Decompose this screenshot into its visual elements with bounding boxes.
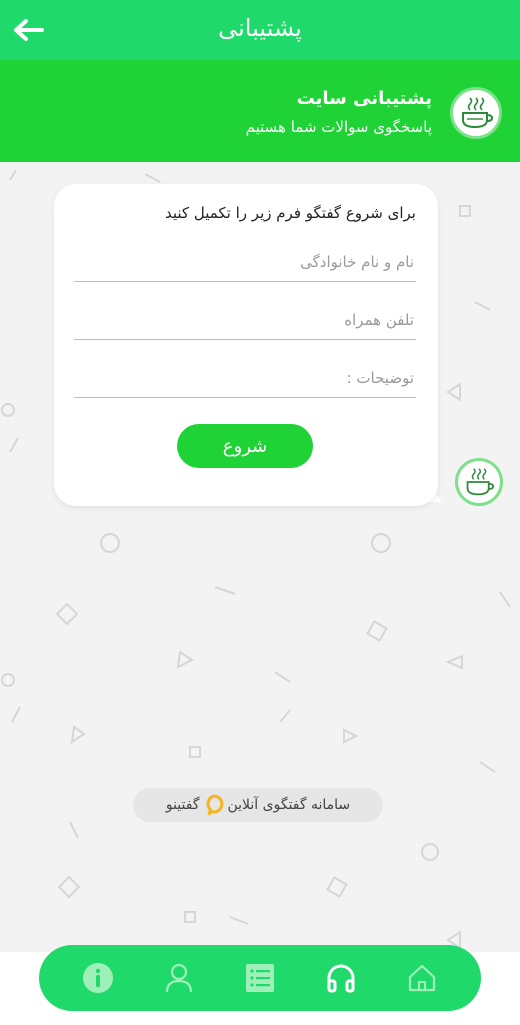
page-title: پشتیبانی [218,14,302,42]
nav-home[interactable] [400,956,444,1000]
notes-input[interactable] [74,358,416,398]
powered-by-text: سامانه گفتگوی آنلاین [227,797,351,813]
phone-input[interactable] [74,300,416,340]
chat-bubble-icon [206,794,223,816]
list-icon [245,964,274,992]
coffee-cup-icon [462,97,494,129]
support-title: پشتیبانی سایت [296,88,432,109]
bottom-nav [39,945,481,1011]
support-subtitle: پاسخگوی سوالات شما هستیم [245,118,432,136]
user-icon [165,963,192,993]
nav-support[interactable] [319,956,363,1000]
powered-by-brand: گفتینو [165,797,200,813]
coffee-cup-icon [466,468,495,496]
name-input[interactable] [74,242,416,282]
agent-avatar [455,458,503,506]
form-intro: برای شروع گفتگو فرم زیر را تکمیل کنید [165,204,416,222]
nav-profile[interactable] [157,956,201,1000]
nav-info[interactable] [76,956,120,1000]
start-chat-button[interactable]: شروع [177,424,313,468]
info-icon [82,963,113,993]
support-logo [450,87,502,139]
nav-list[interactable] [238,956,282,1000]
home-icon [409,964,436,992]
chat-form-card: برای شروع گفتگو فرم زیر را تکمیل کنید شر… [54,184,438,506]
app-bar: پشتیبانی [0,0,520,60]
powered-by-badge[interactable]: سامانه گفتگوی آنلاین گفتینو [133,788,383,822]
headphones-icon [327,964,355,993]
support-header: پشتیبانی سایت پاسخگوی سوالات شما هستیم [0,60,520,162]
